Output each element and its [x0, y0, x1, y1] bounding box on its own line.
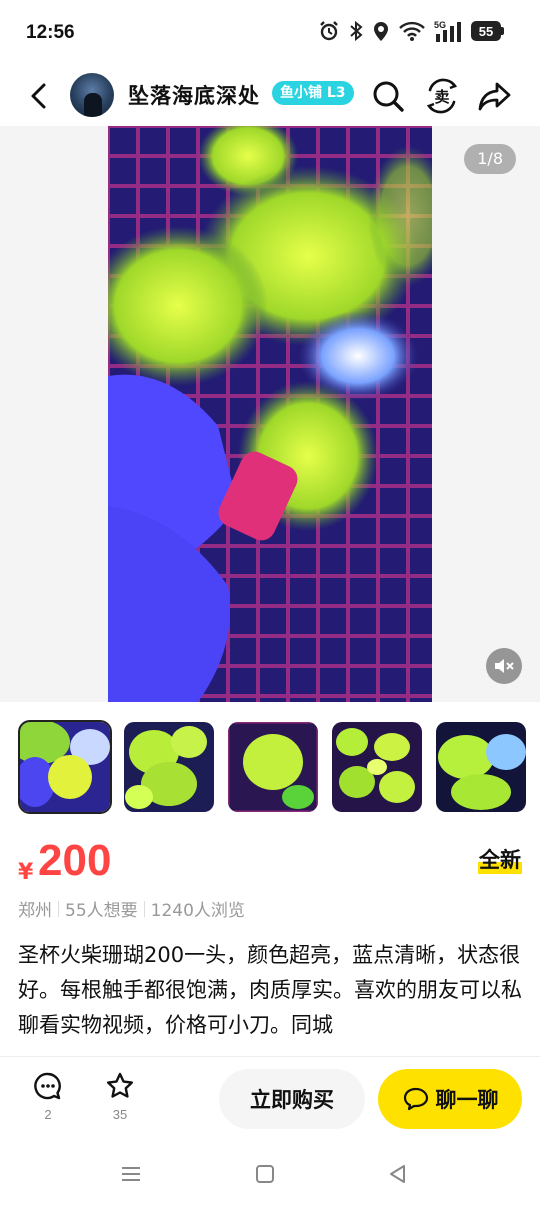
status-bar: 12:56 5G 55 — [0, 0, 540, 66]
thumbnail-5[interactable] — [436, 722, 526, 812]
menu-icon[interactable] — [117, 1160, 145, 1188]
mute-button[interactable] — [486, 648, 522, 684]
alarm-icon — [320, 21, 338, 41]
location-icon — [374, 22, 388, 41]
header-bar: 坠落海底深处 鱼小铺 L3 卖 — [0, 66, 540, 126]
chat-bubble-icon — [403, 1087, 428, 1111]
chat-button[interactable]: 聊一聊 — [378, 1069, 522, 1129]
thumbnail-4[interactable] — [332, 722, 422, 812]
system-nav-bar — [0, 1140, 540, 1206]
chat-button-label: 聊一聊 — [435, 1089, 499, 1112]
comment-count: 2 — [44, 1107, 52, 1122]
svg-text:卖: 卖 — [434, 88, 449, 106]
back-arrow-icon[interactable] — [24, 80, 56, 112]
thumbnail-3[interactable] — [228, 722, 318, 812]
thumbnail-2[interactable] — [124, 722, 214, 812]
product-photo[interactable] — [108, 126, 432, 702]
price-row: ¥ 200 全新 — [0, 832, 540, 892]
thumbnail-strip[interactable] — [0, 712, 540, 822]
divider — [58, 900, 59, 917]
comment-icon — [34, 1072, 61, 1100]
wants-count: 55人想要 — [65, 901, 138, 921]
back-triangle-icon[interactable] — [384, 1160, 412, 1188]
seller-level-badge[interactable]: 鱼小铺 L3 — [272, 81, 354, 105]
currency-symbol: ¥ — [18, 860, 34, 885]
speaker-muted-icon — [495, 659, 514, 673]
product-price: 200 — [38, 836, 112, 885]
divider — [143, 900, 145, 917]
star-icon — [107, 1072, 133, 1098]
product-meta: 郑州 55人想要 1240人浏览 — [18, 896, 245, 921]
comment-button[interactable]: 2 — [28, 1071, 68, 1122]
battery-icon: 55 — [471, 20, 504, 42]
buy-now-button[interactable]: 立即购买 — [219, 1069, 365, 1129]
condition-badge: 全新 — [478, 844, 522, 874]
favorite-button[interactable]: 35 — [100, 1071, 140, 1122]
views-count: 1240人浏览 — [150, 901, 245, 921]
location-text: 郑州 — [18, 901, 52, 921]
search-icon[interactable] — [370, 78, 406, 114]
svg-text:5G: 5G — [434, 20, 446, 30]
home-icon[interactable] — [251, 1160, 279, 1188]
bottom-action-bar: 2 35 立即购买 聊一聊 — [0, 1056, 540, 1140]
product-gallery[interactable]: 1/8 — [0, 126, 540, 702]
seller-name[interactable]: 坠落海底深处 — [128, 80, 260, 110]
status-time: 12:56 — [26, 22, 75, 43]
favorite-count: 35 — [112, 1107, 128, 1122]
wifi-icon — [399, 21, 425, 41]
photo-counter: 1/8 — [464, 144, 516, 174]
share-icon[interactable] — [477, 78, 513, 114]
coral-photo-image — [108, 126, 432, 702]
product-description: 圣杯火柴珊瑚200一头，颜色超亮，蓝点清晰，状态很好。每根触手都很饱满，肉质厚实… — [18, 943, 522, 1037]
sell-icon[interactable]: 卖 — [424, 78, 460, 114]
signal-5g-icon: 5G — [434, 20, 461, 42]
thumbnail-1[interactable] — [18, 720, 112, 814]
seller-avatar[interactable] — [70, 73, 114, 117]
bluetooth-icon — [350, 20, 363, 42]
